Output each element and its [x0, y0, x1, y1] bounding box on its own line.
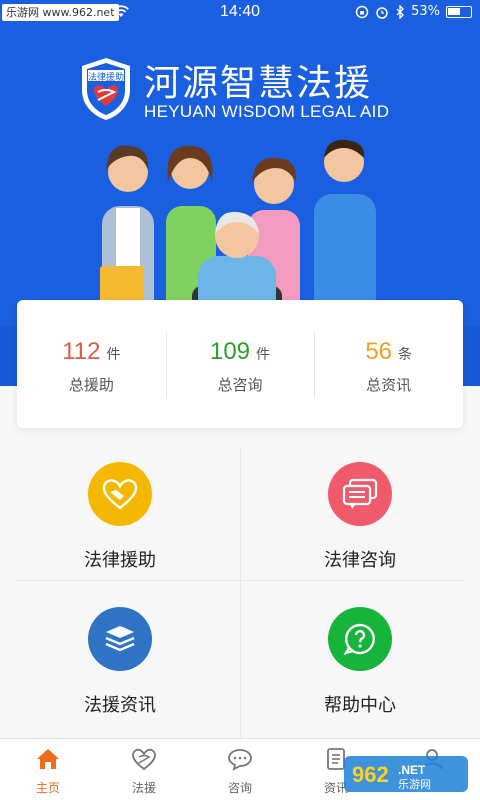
- stat-total-consult[interactable]: 109 件 总咨询: [165, 300, 315, 428]
- logo-badge-text: 法律援助: [88, 73, 125, 83]
- stat-total-aid[interactable]: 112 件 总援助: [17, 300, 166, 428]
- battery-icon: [446, 5, 472, 18]
- handshake-heart-icon: [88, 462, 152, 526]
- heart-emblem-icon: [132, 748, 156, 771]
- menu-help-center[interactable]: 帮助中心: [240, 593, 480, 738]
- question-bubble-icon: [328, 607, 392, 671]
- site-watermark-logo-icon: 962 .NET 乐游网: [344, 756, 468, 792]
- chat-icon: [228, 749, 252, 771]
- status-icons: 53%: [355, 4, 472, 19]
- menu-legal-news[interactable]: 法援资讯: [0, 593, 240, 738]
- status-bar: 乐游网 www.962.net 14:40 53%: [0, 0, 480, 26]
- bluetooth-icon: [396, 4, 405, 19]
- app-subtitle: HEYUAN WISDOM LEGAL AID: [144, 102, 390, 121]
- tab-home[interactable]: 主页: [0, 739, 96, 800]
- menu-label: 帮助中心: [324, 695, 396, 716]
- tab-legal-aid[interactable]: 法援: [96, 739, 192, 800]
- home-icon: [37, 749, 59, 769]
- stat-unit: 条: [398, 347, 413, 363]
- stacked-books-icon: [88, 607, 152, 671]
- menu-label: 法律咨询: [324, 550, 396, 571]
- chat-bubbles-icon: [328, 462, 392, 526]
- shield-logo-icon: [82, 58, 130, 120]
- stat-number: 109: [209, 338, 251, 365]
- stat-total-news[interactable]: 56 条 总资讯: [314, 300, 463, 428]
- tab-label: 咨询: [227, 781, 252, 795]
- stat-label: 总资讯: [366, 376, 412, 394]
- stat-label: 总援助: [68, 376, 114, 394]
- menu-label: 法律援助: [84, 550, 156, 571]
- alarm-icon: [376, 6, 388, 19]
- stat-label: 总咨询: [217, 376, 263, 394]
- menu-grid: 法律援助 法律咨询 法援资讯 帮助中心: [0, 448, 480, 738]
- tab-label: 法援: [131, 781, 156, 795]
- stat-unit: 件: [106, 347, 121, 363]
- app-title: 河源智慧法援: [144, 63, 373, 104]
- menu-legal-aid[interactable]: 法律援助: [0, 448, 240, 593]
- svg-text:962: 962: [352, 762, 389, 787]
- battery-percent: 53%: [411, 4, 440, 19]
- stats-card: 112 件 总援助 109 件 总咨询 56 条 总资讯: [17, 300, 463, 428]
- tab-consult[interactable]: 咨询: [192, 739, 288, 800]
- tab-label: 主页: [35, 781, 60, 795]
- stat-unit: 件: [256, 347, 271, 363]
- rotation-lock-icon: [355, 5, 369, 18]
- svg-text:.NET: .NET: [398, 763, 426, 777]
- svg-text:乐游网: 乐游网: [398, 778, 431, 791]
- stat-number: 112: [62, 338, 101, 365]
- menu-legal-consult[interactable]: 法律咨询: [240, 448, 480, 593]
- stat-number: 56: [365, 338, 393, 365]
- menu-label: 法援资讯: [84, 695, 156, 716]
